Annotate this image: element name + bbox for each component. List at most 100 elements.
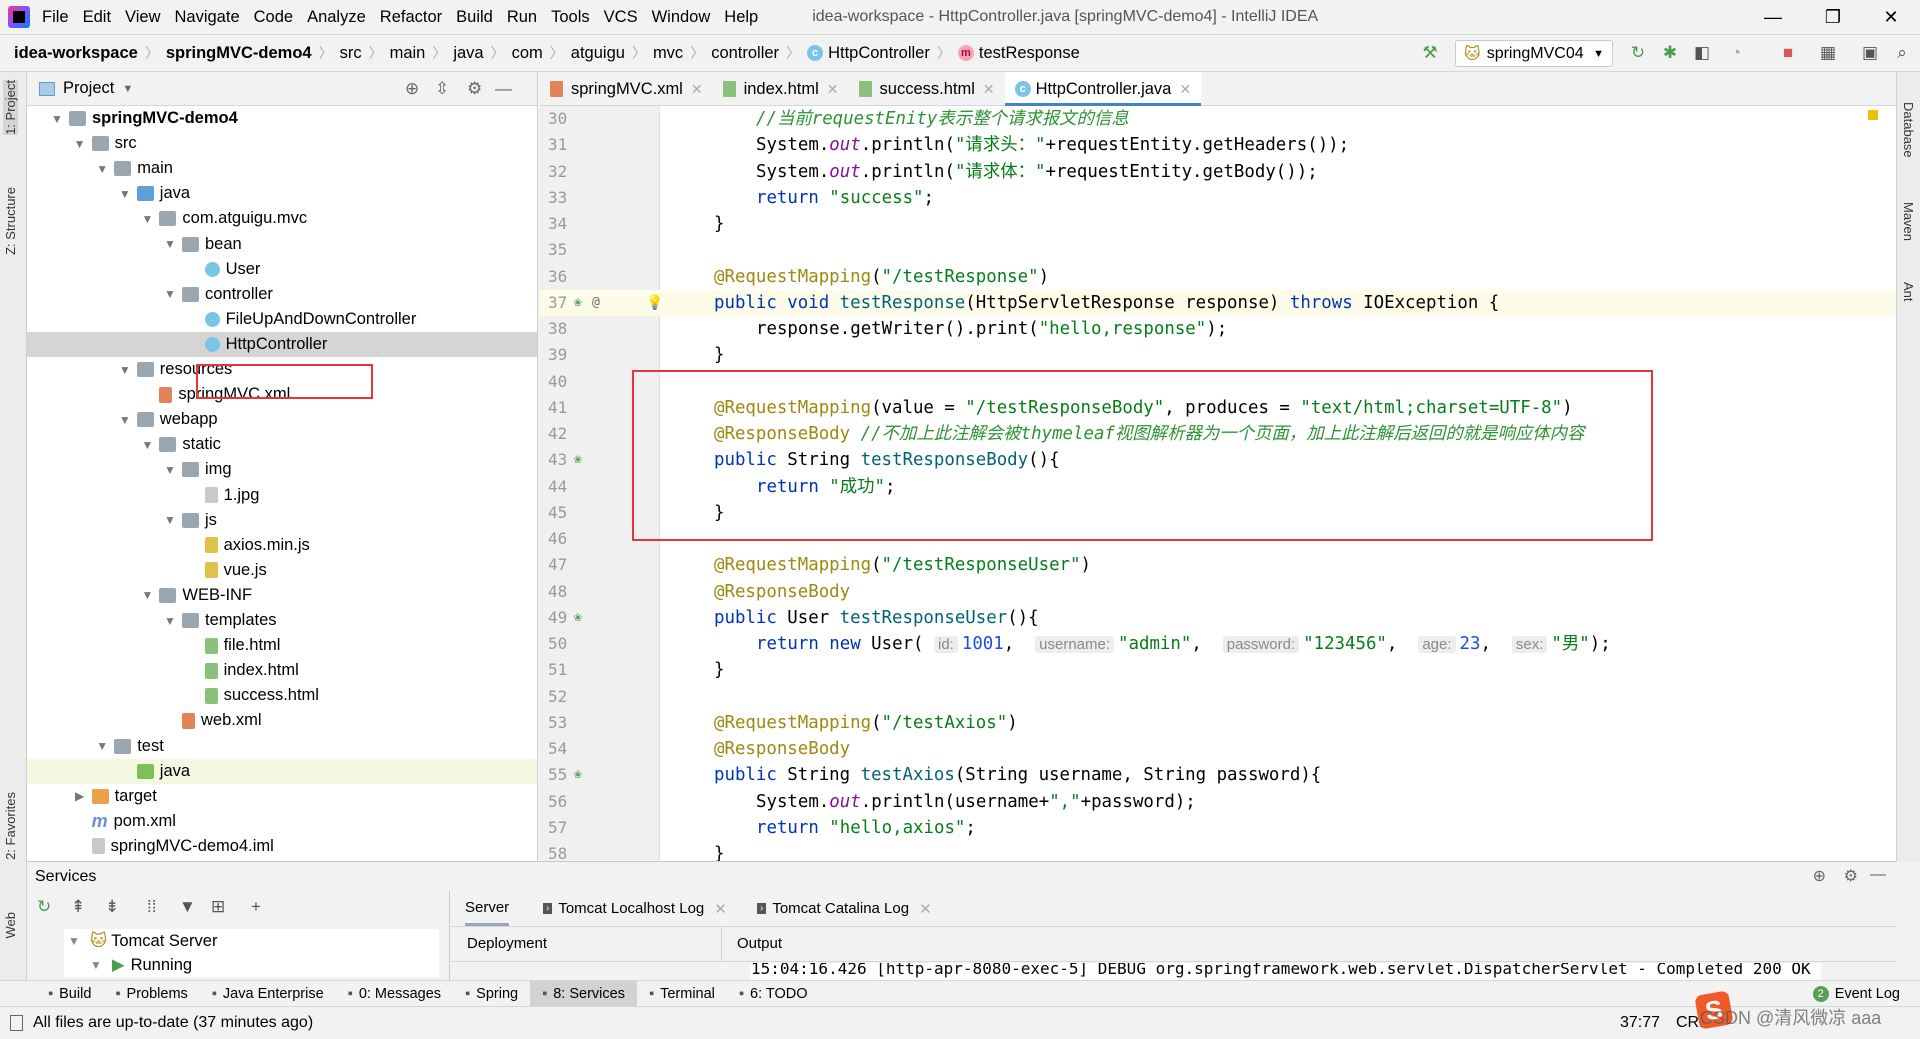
breadcrumb-item[interactable]: com 〉 bbox=[512, 43, 571, 63]
menu-edit[interactable]: Edit bbox=[83, 8, 111, 27]
gear-icon[interactable]: ⚙ bbox=[1844, 866, 1858, 886]
tab-index-html[interactable]: index.html ✕ bbox=[713, 72, 849, 106]
project-structure-icon[interactable]: ▦ bbox=[1818, 43, 1838, 63]
refresh-icon[interactable]: ↻ bbox=[37, 897, 51, 917]
expand-arrow-icon[interactable]: ▼ bbox=[162, 513, 178, 527]
tab-tomcat-localhost-log[interactable]: › Tomcat Localhost Log ✕ bbox=[543, 891, 727, 926]
tool-window-web[interactable]: Web bbox=[3, 912, 18, 939]
new-tab-icon[interactable]: ⊞ bbox=[211, 897, 225, 917]
debug-icon[interactable]: ✱ bbox=[1660, 43, 1680, 63]
tab-httpcontroller-java[interactable]: c HttpController.java ✕ bbox=[1004, 72, 1202, 107]
collapse-all-icon[interactable]: ⇳ bbox=[435, 79, 449, 99]
tree-item[interactable]: HttpController bbox=[27, 331, 537, 357]
locate-icon[interactable]: ⊕ bbox=[1813, 866, 1826, 886]
menu-run[interactable]: Run bbox=[507, 8, 537, 27]
breadcrumb-item[interactable]: src 〉 bbox=[340, 43, 390, 63]
expand-arrow-icon[interactable]: ▼ bbox=[117, 363, 133, 377]
gear-icon[interactable]: ⚙ bbox=[467, 79, 482, 99]
run-configuration-select[interactable]: 🐱 springMVC04 ▼ bbox=[1455, 40, 1613, 67]
tab-springmvc-xml[interactable]: springMVC.xml ✕ bbox=[540, 72, 713, 106]
tree-item[interactable]: ▼ controller bbox=[27, 282, 537, 307]
event-log-button[interactable]: 2 Event Log bbox=[1812, 985, 1900, 1002]
tree-item[interactable]: axios.min.js bbox=[27, 533, 537, 558]
expand-all-icon[interactable]: ⇞ bbox=[71, 897, 85, 917]
profile-icon[interactable]: ◔ bbox=[1726, 43, 1746, 63]
tool-java-enterprise[interactable]: ▪ Java Enterprise bbox=[200, 981, 336, 1007]
inspection-status-icon[interactable] bbox=[1868, 110, 1878, 120]
project-view-select[interactable]: Project bbox=[63, 79, 114, 98]
tree-item[interactable]: ▼ bean bbox=[27, 232, 537, 257]
menu-help[interactable]: Help bbox=[724, 8, 758, 27]
menu-vcs[interactable]: VCS bbox=[604, 8, 638, 27]
tree-item[interactable]: 1.jpg bbox=[27, 483, 537, 508]
tree-item[interactable]: ▶ target bbox=[27, 784, 537, 809]
expand-arrow-icon[interactable]: ▼ bbox=[162, 614, 178, 628]
menu-build[interactable]: Build bbox=[456, 8, 493, 27]
close-tab-icon[interactable]: ✕ bbox=[1179, 81, 1191, 98]
menu-analyze[interactable]: Analyze bbox=[307, 8, 366, 27]
close-tab-icon[interactable]: ✕ bbox=[983, 81, 995, 98]
menu-view[interactable]: View bbox=[125, 8, 160, 27]
tree-item[interactable]: ▼ springMVC-demo4 bbox=[27, 106, 537, 131]
tree-item[interactable]: springMVC-demo4.iml bbox=[27, 834, 537, 859]
log-output[interactable]: 15:04:16.426 [http-apr-8080-exec-5] DEBU… bbox=[751, 963, 1821, 981]
expand-arrow-icon[interactable]: ▼ bbox=[72, 137, 88, 151]
tool-build[interactable]: ▪ Build bbox=[36, 981, 103, 1007]
menu-refactor[interactable]: Refactor bbox=[380, 8, 442, 27]
intention-bulb-icon[interactable]: 💡 bbox=[646, 290, 663, 316]
caret-position[interactable]: 37:77 bbox=[1620, 1014, 1660, 1032]
restore-button[interactable]: ❐ bbox=[1810, 0, 1856, 35]
close-window-button[interactable]: ✕ bbox=[1868, 0, 1914, 35]
tree-item[interactable]: FileUpAndDownController bbox=[27, 307, 537, 332]
spring-bean-icon[interactable]: ❀ bbox=[574, 605, 582, 631]
breadcrumb-item[interactable]: springMVC-demo4 〉 bbox=[166, 43, 340, 63]
tree-item[interactable]: java bbox=[27, 758, 537, 784]
build-hammer-icon[interactable]: ⚒ bbox=[1420, 43, 1440, 63]
tool-window-maven[interactable]: Maven bbox=[1901, 202, 1916, 241]
tab-success-html[interactable]: success.html ✕ bbox=[849, 72, 1005, 106]
menu-file[interactable]: File bbox=[42, 8, 69, 27]
tool-terminal[interactable]: ▪ Terminal bbox=[637, 981, 727, 1007]
spring-bean-icon[interactable]: ❀ bbox=[574, 447, 582, 473]
expand-arrow-icon[interactable]: ▼ bbox=[162, 287, 178, 301]
tab-server[interactable]: Server bbox=[465, 891, 510, 926]
locate-icon[interactable]: ⊕ bbox=[405, 79, 419, 99]
expand-arrow-icon[interactable]: ▼ bbox=[68, 934, 80, 948]
expand-arrow-icon[interactable]: ▼ bbox=[139, 438, 155, 452]
tree-item[interactable]: ▼ img bbox=[27, 457, 537, 482]
run-anything-icon[interactable]: ▣ bbox=[1860, 43, 1880, 63]
tree-item[interactable]: vue.js bbox=[27, 558, 537, 583]
tree-item[interactable]: file.html bbox=[27, 633, 537, 658]
tool-window-structure[interactable]: Z: Structure bbox=[3, 187, 18, 255]
tree-item[interactable]: ▼ main bbox=[27, 156, 537, 181]
minimize-button[interactable]: — bbox=[1750, 0, 1796, 35]
close-icon[interactable]: ✕ bbox=[919, 900, 932, 918]
tree-item[interactable]: success.html bbox=[27, 683, 537, 708]
expand-arrow-icon[interactable]: ▼ bbox=[117, 187, 133, 201]
tool-6-todo[interactable]: ▪ 6: TODO bbox=[727, 981, 820, 1007]
tree-item[interactable]: ▼ WEB-INF bbox=[27, 583, 537, 608]
expand-arrow-icon[interactable]: ▼ bbox=[162, 237, 178, 251]
expand-arrow-icon[interactable]: ▼ bbox=[94, 739, 110, 753]
breadcrumb-item[interactable]: atguigu 〉 bbox=[571, 43, 653, 63]
expand-arrow-icon[interactable]: ▼ bbox=[162, 463, 178, 477]
spring-bean-icon[interactable]: ❀ bbox=[574, 762, 582, 788]
add-service-icon[interactable]: + bbox=[251, 897, 261, 917]
tool-8-services[interactable]: ▪ 8: Services bbox=[530, 980, 637, 1007]
tree-item[interactable]: web.xml bbox=[27, 708, 537, 733]
tree-item[interactable]: ▼ webapp bbox=[27, 407, 537, 432]
close-tab-icon[interactable]: ✕ bbox=[691, 81, 703, 98]
service-item-tomcat-server[interactable]: ▼ 🐱 Tomcat Server bbox=[64, 929, 439, 953]
breadcrumb-item[interactable]: c HttpController 〉 bbox=[807, 43, 958, 63]
breadcrumb-item[interactable]: idea-workspace 〉 bbox=[14, 43, 166, 63]
tree-item[interactable]: ▼ static bbox=[27, 432, 537, 457]
menu-window[interactable]: Window bbox=[652, 8, 711, 27]
breadcrumb-item[interactable]: controller 〉 bbox=[711, 43, 807, 63]
rerun-icon[interactable]: ↻ bbox=[1628, 43, 1648, 63]
tree-item[interactable]: ▼ src bbox=[27, 131, 537, 156]
spring-bean-icon[interactable]: ❀ bbox=[574, 290, 582, 316]
tree-item[interactable]: ▼ test bbox=[27, 734, 537, 759]
menu-tools[interactable]: Tools bbox=[551, 8, 590, 27]
filter-icon[interactable]: ▼ bbox=[179, 897, 196, 917]
group-by-icon[interactable]: ⁞⁞ bbox=[147, 897, 156, 917]
